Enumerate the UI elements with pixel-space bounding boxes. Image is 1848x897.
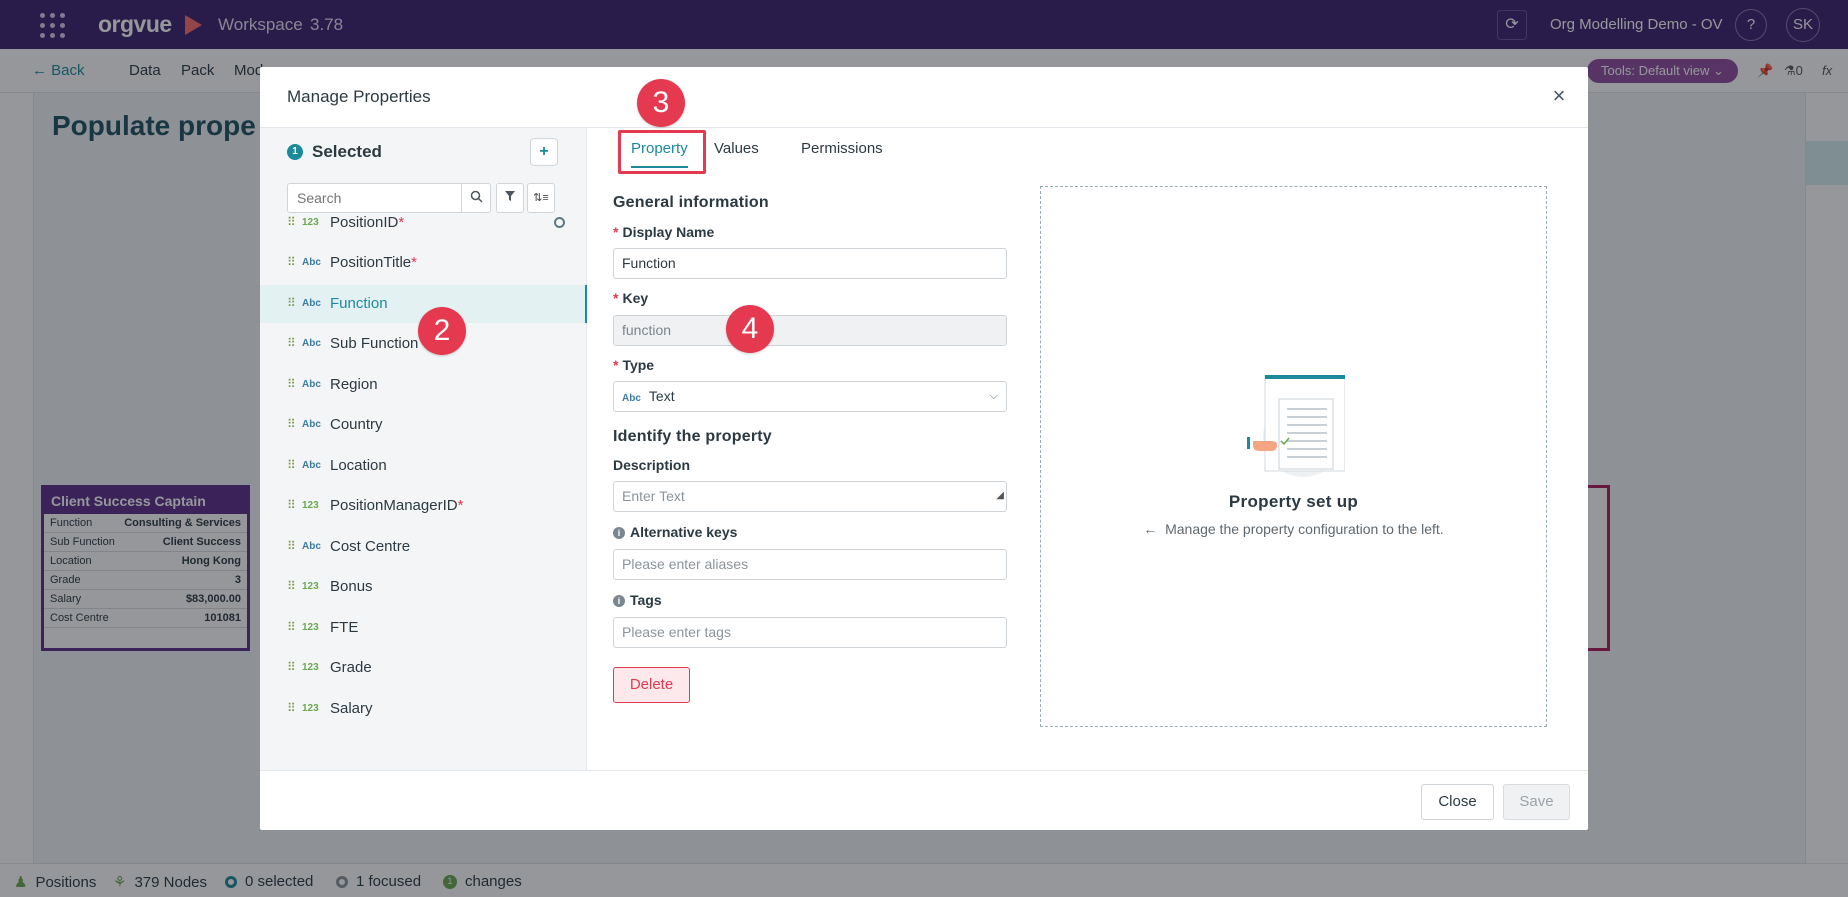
tab-permissions[interactable]: Permissions [801,140,883,157]
property-setup-panel: Property set up ← Manage the property co… [1040,186,1547,727]
property-item-cost-centre[interactable]: ⠿ Abc Cost Centre [260,528,587,566]
chevron-down-icon: ⌵ [989,390,998,402]
text-type-icon: Abc [302,338,321,349]
add-property-button[interactable]: + [530,138,558,166]
tab-values[interactable]: Values [714,140,759,157]
text-type-icon: Abc [302,460,321,471]
property-name: PositionID* [330,214,405,231]
text-type-icon: Abc [302,379,321,390]
drag-handle-icon[interactable]: ⠿ [287,255,296,269]
type-label: * Type [613,357,655,373]
description-textarea[interactable]: Enter Text ◢ [613,481,1007,512]
property-item-region[interactable]: ⠿ Abc Region [260,366,587,404]
general-information-heading: General information [613,194,769,211]
text-type-icon: Abc [622,393,641,404]
property-item-fte[interactable]: ⠿ 123 FTE [260,609,587,647]
property-item-positiontitle[interactable]: ⠿ Abc PositionTitle* [260,244,587,282]
drag-handle-icon[interactable]: ⠿ [287,417,296,431]
property-tabs: Property Values Permissions [587,128,1588,173]
setup-title: Property set up [1228,492,1359,511]
property-name: Region [330,376,378,393]
number-type-icon: 123 [302,703,319,714]
resize-handle-icon[interactable]: ◢ [996,481,1004,510]
property-item-country[interactable]: ⠿ Abc Country [260,406,587,444]
drag-handle-icon[interactable]: ⠿ [287,498,296,512]
drag-handle-icon[interactable]: ⠿ [287,458,296,472]
property-name: Salary [330,700,373,717]
tags-input[interactable]: Please enter tags [613,617,1007,648]
drag-handle-icon[interactable]: ⠿ [287,660,296,674]
drag-handle-icon[interactable]: ⠿ [287,620,296,634]
text-type-icon: Abc [302,298,321,309]
property-name: FTE [330,619,359,636]
drag-handle-icon[interactable]: ⠿ [287,377,296,391]
drag-handle-icon[interactable]: ⠿ [287,336,296,350]
drag-handle-icon[interactable]: ⠿ [287,296,296,310]
selected-label: Selected [312,142,382,161]
tags-label: i Tags [613,592,662,608]
property-name: Country [330,416,383,433]
key-label: * Key [613,290,649,306]
description-label: Description [613,457,691,473]
property-name: Function [330,295,388,312]
type-select[interactable]: Abc Text ⌵ [613,381,1007,412]
property-item-positionid[interactable]: ⠿ 123 PositionID* [260,204,587,242]
text-type-icon: Abc [302,541,321,552]
alternative-keys-label: i Alternative keys [613,524,737,540]
key-indicator-icon [554,217,565,228]
number-type-icon: 123 [302,581,319,592]
property-name: Grade [330,659,372,676]
display-name-field[interactable]: Function [613,248,1007,279]
callout-badge: 4 [726,305,774,353]
number-type-icon: 123 [302,622,319,633]
property-name: Cost Centre [330,538,411,555]
close-button[interactable]: Close [1421,784,1494,820]
number-type-icon: 123 [302,500,319,511]
property-name: PositionTitle* [330,254,417,271]
arrow-left-icon: ← [1143,521,1166,537]
text-type-icon: Abc [302,419,321,430]
save-button[interactable]: Save [1503,784,1570,820]
delete-button[interactable]: Delete [613,667,690,703]
tab-highlight-box [618,130,706,174]
property-setup-illustration [1247,375,1345,477]
display-name-label: * Display Name [613,224,715,240]
alternative-keys-input[interactable]: Please enter aliases [613,549,1007,580]
property-item-positionmanagerid[interactable]: ⠿ 123 PositionManagerID* [260,487,587,525]
property-name: PositionManagerID* [330,497,464,514]
property-name: Sub Function [330,335,419,352]
selected-count-badge: 1 [287,144,303,160]
drag-handle-icon[interactable]: ⠿ [287,215,296,229]
key-field: function [613,315,1007,346]
callout-badge: 2 [418,307,466,355]
property-item-salary[interactable]: ⠿ 123 Salary [260,690,587,728]
drag-handle-icon[interactable]: ⠿ [287,579,296,593]
close-icon[interactable]: × [1544,81,1574,111]
text-type-icon: Abc [302,257,321,268]
identify-property-heading: Identify the property [613,428,772,445]
property-name: Location [330,457,387,474]
dialog-footer: Close Save [260,770,1588,830]
property-item-grade[interactable]: ⠿ 123 Grade [260,649,587,687]
property-item-bonus[interactable]: ⠿ 123 Bonus [260,568,587,606]
number-type-icon: 123 [302,217,319,228]
manage-properties-dialog: Manage Properties × 1 Selected + ⇅≡ ⠿ 12… [260,67,1588,830]
property-name: Bonus [330,578,373,595]
setup-subtitle: ← Manage the property configuration to t… [1143,521,1444,537]
number-type-icon: 123 [302,662,319,673]
info-icon[interactable]: i [613,595,625,607]
dialog-header: Manage Properties × [260,67,1588,128]
dialog-title: Manage Properties [287,87,431,106]
info-icon[interactable]: i [613,527,625,539]
property-item-location[interactable]: ⠿ Abc Location [260,447,587,485]
callout-badge: 3 [637,79,685,127]
drag-handle-icon[interactable]: ⠿ [287,539,296,553]
drag-handle-icon[interactable]: ⠿ [287,701,296,715]
